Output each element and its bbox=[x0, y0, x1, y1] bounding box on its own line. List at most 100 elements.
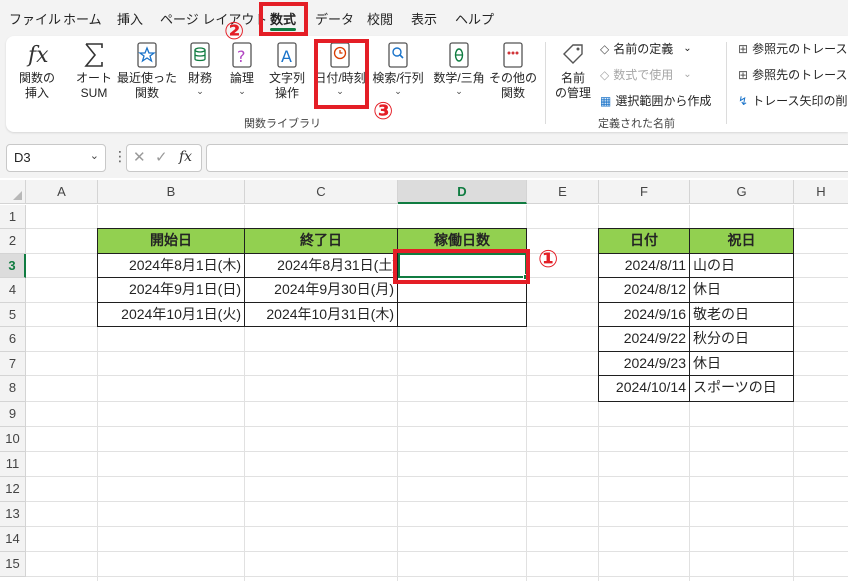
row-header-12[interactable]: 12 bbox=[0, 477, 26, 502]
create-from-selection-button[interactable]: ▦ 選択範囲から作成 bbox=[600, 92, 711, 109]
tab-file[interactable]: ファイル bbox=[9, 9, 61, 28]
enter-icon[interactable]: ✓ bbox=[155, 148, 168, 166]
tab-insert[interactable]: 挿入 bbox=[117, 9, 143, 28]
row-header-4[interactable]: 4 bbox=[0, 278, 26, 303]
row-header-1[interactable]: 1 bbox=[0, 205, 26, 229]
row-header-3[interactable]: 3 bbox=[0, 254, 26, 278]
magnifier-book-icon bbox=[370, 40, 426, 70]
function-library-group-label: 関数ライブラリ bbox=[244, 118, 321, 130]
define-name-button[interactable]: ◇ 名前の定義 ⌄ bbox=[600, 40, 692, 57]
trace-dependents-icon: ⊞ bbox=[738, 67, 749, 82]
column-header-d[interactable]: D bbox=[398, 180, 527, 204]
holiday-name-cell[interactable]: 秋分の日 bbox=[690, 327, 794, 352]
header-holiday-name[interactable]: 祝日 bbox=[690, 228, 794, 254]
holiday-date-cell[interactable]: 2024/9/16 bbox=[598, 303, 690, 327]
tab-view[interactable]: 表示 bbox=[411, 9, 437, 28]
table-cell-b3[interactable]: 2024年8月1日(木) bbox=[97, 254, 245, 278]
ribbon-separator bbox=[545, 42, 546, 124]
holiday-name-cell[interactable]: 休日 bbox=[690, 352, 794, 376]
name-box[interactable]: D3 ⌄ bbox=[6, 144, 106, 172]
trace-precedents-button[interactable]: ⊞ 参照元のトレース bbox=[738, 40, 847, 57]
row-header-7[interactable]: 7 bbox=[0, 352, 26, 376]
trace-dependents-button[interactable]: ⊞ 参照先のトレース bbox=[738, 66, 847, 83]
table-cell-d5[interactable] bbox=[398, 303, 527, 327]
trace-dependents-label: 参照先のトレース bbox=[752, 68, 848, 82]
remove-arrows-icon: ↯ bbox=[738, 93, 749, 108]
column-header-f[interactable]: F bbox=[599, 180, 690, 204]
gridline bbox=[26, 451, 848, 452]
row-header-2[interactable]: 2 bbox=[0, 229, 26, 254]
tab-review[interactable]: 校閲 bbox=[367, 9, 393, 28]
trace-precedents-label: 参照元のトレース bbox=[752, 42, 848, 56]
use-in-formula-button[interactable]: ◇ 数式で使用 ⌄ bbox=[600, 66, 692, 83]
row-header-8[interactable]: 8 bbox=[0, 376, 26, 402]
row-header-9[interactable]: 9 bbox=[0, 402, 26, 427]
logical-button[interactable]: ? 論理 ⌄ bbox=[224, 40, 260, 96]
tab-page-layout[interactable]: ページ レイアウト bbox=[160, 9, 267, 28]
column-header-b[interactable]: B bbox=[98, 180, 245, 204]
holiday-date-cell[interactable]: 2024/8/11 bbox=[598, 254, 690, 278]
column-header-h[interactable]: H bbox=[794, 180, 848, 204]
table-cell-b4[interactable]: 2024年9月1日(日) bbox=[97, 278, 245, 303]
header-holiday-date[interactable]: 日付 bbox=[598, 228, 690, 254]
text-functions-button[interactable]: A 文字列 操作 bbox=[264, 40, 310, 101]
holiday-name-cell[interactable]: スポーツの日 bbox=[690, 376, 794, 402]
row-header-6[interactable]: 6 bbox=[0, 327, 26, 352]
formula-input[interactable] bbox=[206, 144, 848, 172]
lookup-reference-button[interactable]: 検索/行列 ⌄ bbox=[370, 40, 426, 96]
grid-small-icon: ▦ bbox=[600, 93, 612, 108]
header-end-date[interactable]: 終了日 bbox=[245, 228, 398, 254]
holiday-date-cell[interactable]: 2024/8/12 bbox=[598, 278, 690, 303]
row-header-15[interactable]: 15 bbox=[0, 552, 26, 577]
row-header-14[interactable]: 14 bbox=[0, 527, 26, 552]
more-functions-button[interactable]: その他の 関数 bbox=[488, 40, 538, 101]
insert-function-button[interactable]: fx 関数の 挿入 bbox=[14, 40, 60, 101]
chevron-down-icon: ⌄ bbox=[683, 43, 692, 54]
holiday-name-cell[interactable]: 休日 bbox=[690, 278, 794, 303]
row-header-10[interactable]: 10 bbox=[0, 427, 26, 452]
step-badge-1: ① bbox=[538, 246, 559, 273]
insert-function-icon[interactable]: fx bbox=[179, 149, 192, 165]
dots-book-icon bbox=[488, 40, 538, 70]
cancel-icon[interactable]: ✕ bbox=[133, 148, 146, 166]
svg-text:fx: fx bbox=[26, 43, 49, 68]
column-header-e[interactable]: E bbox=[527, 180, 599, 204]
row-header-11[interactable]: 11 bbox=[0, 452, 26, 477]
recently-used-label: 最近使った 関数 bbox=[117, 71, 178, 100]
holiday-date-cell[interactable]: 2024/9/23 bbox=[598, 352, 690, 376]
name-manager-button[interactable]: 名前 の管理 bbox=[552, 40, 594, 101]
holiday-name-cell[interactable]: 敬老の日 bbox=[690, 303, 794, 327]
recently-used-button[interactable]: 最近使った 関数 bbox=[117, 40, 177, 101]
create-from-selection-label: 選択範囲から作成 bbox=[615, 94, 712, 108]
table-cell-c5[interactable]: 2024年10月31日(木) bbox=[245, 303, 398, 327]
use-in-formula-label: 数式で使用 bbox=[613, 68, 674, 82]
name-manager-label: 名前 の管理 bbox=[554, 71, 591, 100]
math-trig-button[interactable]: 数学/三角 ⌄ bbox=[430, 40, 488, 96]
chevron-down-icon: ⌄ bbox=[455, 86, 463, 96]
table-cell-c3[interactable]: 2024年8月31日(土) bbox=[245, 254, 398, 278]
insert-function-label: 関数の 挿入 bbox=[18, 71, 55, 100]
select-all-button[interactable] bbox=[0, 180, 26, 204]
gridline bbox=[26, 526, 848, 527]
table-cell-b5[interactable]: 2024年10月1日(火) bbox=[97, 303, 245, 327]
remove-arrows-button[interactable]: ↯ トレース矢印の削除 bbox=[738, 92, 848, 109]
holiday-date-cell[interactable]: 2024/10/14 bbox=[598, 376, 690, 402]
holiday-name-cell[interactable]: 山の日 bbox=[690, 254, 794, 278]
tab-help[interactable]: ヘルプ bbox=[455, 9, 494, 28]
trace-precedents-icon: ⊞ bbox=[738, 41, 749, 56]
holiday-date-cell[interactable]: 2024/9/22 bbox=[598, 327, 690, 352]
tab-data[interactable]: データ bbox=[315, 9, 354, 28]
table-cell-c4[interactable]: 2024年9月30日(月) bbox=[245, 278, 398, 303]
column-header-c[interactable]: C bbox=[245, 180, 398, 204]
column-header-g[interactable]: G bbox=[690, 180, 794, 204]
row-header-5[interactable]: 5 bbox=[0, 303, 26, 327]
step-badge-2: ② bbox=[224, 18, 245, 45]
financial-button[interactable]: 財務 ⌄ bbox=[180, 40, 220, 96]
column-header-a[interactable]: A bbox=[26, 180, 98, 204]
gridline bbox=[26, 551, 848, 552]
row-header-13[interactable]: 13 bbox=[0, 502, 26, 527]
header-start-date[interactable]: 開始日 bbox=[97, 228, 245, 254]
chevron-down-icon: ⌄ bbox=[89, 150, 99, 162]
autosum-button[interactable]: オート SUM bbox=[72, 40, 116, 101]
tab-home[interactable]: ホーム bbox=[63, 9, 102, 28]
